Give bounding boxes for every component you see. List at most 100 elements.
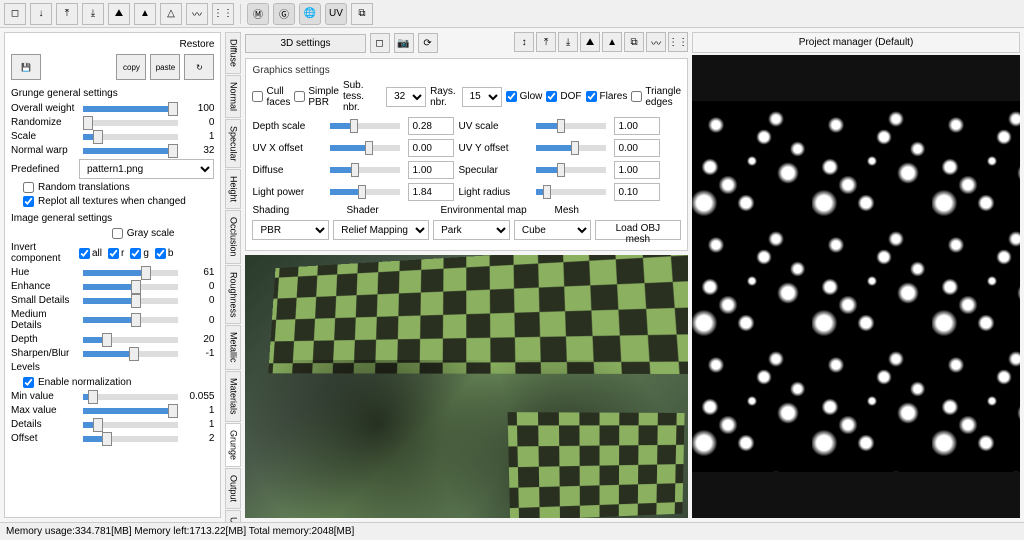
cull-faces-checkbox[interactable] xyxy=(252,91,263,102)
wave-icon[interactable]: 〰 xyxy=(186,3,208,25)
load-obj-button[interactable]: Load OBJ mesh xyxy=(595,220,681,240)
depth-slider[interactable] xyxy=(83,337,178,343)
uvy-slider[interactable] xyxy=(536,145,606,151)
tab-occlusion[interactable]: Occlusion xyxy=(225,210,241,264)
mt4-icon[interactable]: ⛰ xyxy=(580,32,600,52)
dots-icon[interactable]: ⋮⋮ xyxy=(212,3,234,25)
mountain1-icon[interactable]: ⛰ xyxy=(108,3,130,25)
mountain3-icon[interactable]: △ xyxy=(160,3,182,25)
arrow-up-icon[interactable]: ⤒ xyxy=(56,3,78,25)
g-icon[interactable]: Ⓖ xyxy=(273,3,295,25)
diffuse-input[interactable] xyxy=(408,161,454,179)
mt5-icon[interactable]: ▲ xyxy=(602,32,622,52)
scale-slider[interactable] xyxy=(83,134,178,140)
enhance-slider[interactable] xyxy=(83,284,178,290)
invert-g-checkbox[interactable] xyxy=(130,248,141,259)
sharpen-blur-slider[interactable] xyxy=(83,351,178,357)
uv-scale-slider[interactable] xyxy=(536,123,606,129)
uv-icon[interactable]: UV xyxy=(325,3,347,25)
mt7-icon[interactable]: 〰 xyxy=(646,32,666,52)
reload-button[interactable]: ↻ xyxy=(184,54,214,80)
randomize-slider[interactable] xyxy=(83,120,178,126)
arrow-down-icon[interactable]: ↓ xyxy=(30,3,52,25)
tab-specular[interactable]: Specular xyxy=(225,119,241,169)
tab-diffuse[interactable]: Diffuse xyxy=(225,32,241,74)
window-icon[interactable]: ⧉ xyxy=(351,3,373,25)
tab-output[interactable]: Output xyxy=(225,468,241,509)
tab-roughness[interactable]: Roughness xyxy=(225,265,241,325)
mt2-icon[interactable]: ⤒ xyxy=(536,32,556,52)
triangle-edges-checkbox[interactable] xyxy=(631,91,642,102)
hue-slider[interactable] xyxy=(83,270,178,276)
mountain2-icon[interactable]: ▲ xyxy=(134,3,156,25)
texture-preview[interactable] xyxy=(692,55,1020,518)
sub-tess-select[interactable]: 32 xyxy=(386,87,426,107)
rays-select[interactable]: 15 xyxy=(462,87,502,107)
diffuse-slider[interactable] xyxy=(330,167,400,173)
env-map-select[interactable]: Park xyxy=(433,220,510,240)
cube-icon[interactable]: ◻ xyxy=(4,3,26,25)
details-slider[interactable] xyxy=(83,422,178,428)
tab-uvtiling[interactable]: UV/Tiling xyxy=(225,510,241,522)
details-label: Details xyxy=(11,419,79,430)
depth-scale-slider[interactable] xyxy=(330,123,400,129)
light-radius-slider[interactable] xyxy=(536,189,606,195)
small-details-slider[interactable] xyxy=(83,298,178,304)
restore-link[interactable]: Restore xyxy=(11,39,214,50)
flares-checkbox[interactable] xyxy=(586,91,597,102)
uvx-slider[interactable] xyxy=(330,145,400,151)
tab-metallic[interactable]: Metallic xyxy=(225,325,241,370)
m-icon[interactable]: Ⓜ xyxy=(247,3,269,25)
dof-checkbox[interactable] xyxy=(546,91,557,102)
levels-label: Levels xyxy=(11,362,214,373)
simple-pbr-checkbox[interactable] xyxy=(294,91,305,102)
3d-settings-button[interactable]: 3D settings xyxy=(245,34,365,53)
shading-select[interactable]: PBR xyxy=(252,220,329,240)
random-translations-checkbox[interactable] xyxy=(23,182,34,193)
predefined-select[interactable]: pattern1.png xyxy=(79,159,214,179)
copy-button[interactable]: copy xyxy=(116,54,146,80)
light-power-slider[interactable] xyxy=(330,189,400,195)
invert-r-checkbox[interactable] xyxy=(108,248,119,259)
uvx-input[interactable] xyxy=(408,139,454,157)
invert-b-checkbox[interactable] xyxy=(155,248,166,259)
tab-materials[interactable]: Materials xyxy=(225,371,241,422)
uv-scale-input[interactable] xyxy=(614,117,660,135)
depth-scale-input[interactable] xyxy=(408,117,454,135)
mesh-select[interactable]: Cube xyxy=(514,220,591,240)
mt8-icon[interactable]: ⋮⋮ xyxy=(668,32,688,52)
camera-icon[interactable]: 📷 xyxy=(394,33,414,53)
overall-weight-slider[interactable] xyxy=(83,106,178,112)
replot-checkbox[interactable] xyxy=(23,196,34,207)
medium-details-slider[interactable] xyxy=(83,317,178,323)
shader-select[interactable]: Relief Mapping xyxy=(333,220,429,240)
offset-slider[interactable] xyxy=(83,436,178,442)
invert-component-label: Invert component xyxy=(11,242,79,264)
specular-slider[interactable] xyxy=(536,167,606,173)
mt6-icon[interactable]: ⧉ xyxy=(624,32,644,52)
gray-scale-checkbox[interactable] xyxy=(112,228,123,239)
globe-icon[interactable]: 🌐 xyxy=(299,3,321,25)
arrow-down2-icon[interactable]: ⤓ xyxy=(82,3,104,25)
refresh-icon[interactable]: ⟳ xyxy=(418,33,438,53)
enable-norm-checkbox[interactable] xyxy=(23,377,34,388)
tab-grunge[interactable]: Grunge xyxy=(225,423,241,467)
3d-viewport[interactable] xyxy=(245,255,688,518)
light-radius-input[interactable] xyxy=(614,183,660,201)
paste-button[interactable]: paste xyxy=(150,54,180,80)
normal-warp-slider[interactable] xyxy=(83,148,178,154)
mt3-icon[interactable]: ⤓ xyxy=(558,32,578,52)
cube-view-icon[interactable]: ◻ xyxy=(370,33,390,53)
project-manager-header[interactable]: Project manager (Default) xyxy=(692,32,1020,53)
tab-normal[interactable]: Normal xyxy=(225,75,241,118)
uvy-input[interactable] xyxy=(614,139,660,157)
specular-input[interactable] xyxy=(614,161,660,179)
glow-checkbox[interactable] xyxy=(506,91,517,102)
max-value-slider[interactable] xyxy=(83,408,178,414)
light-power-input[interactable] xyxy=(408,183,454,201)
mt1-icon[interactable]: ↕ xyxy=(514,32,534,52)
min-value-slider[interactable] xyxy=(83,394,178,400)
tab-height[interactable]: Height xyxy=(225,169,241,209)
save-button[interactable]: 💾 xyxy=(11,54,41,80)
invert-all-checkbox[interactable] xyxy=(79,248,90,259)
